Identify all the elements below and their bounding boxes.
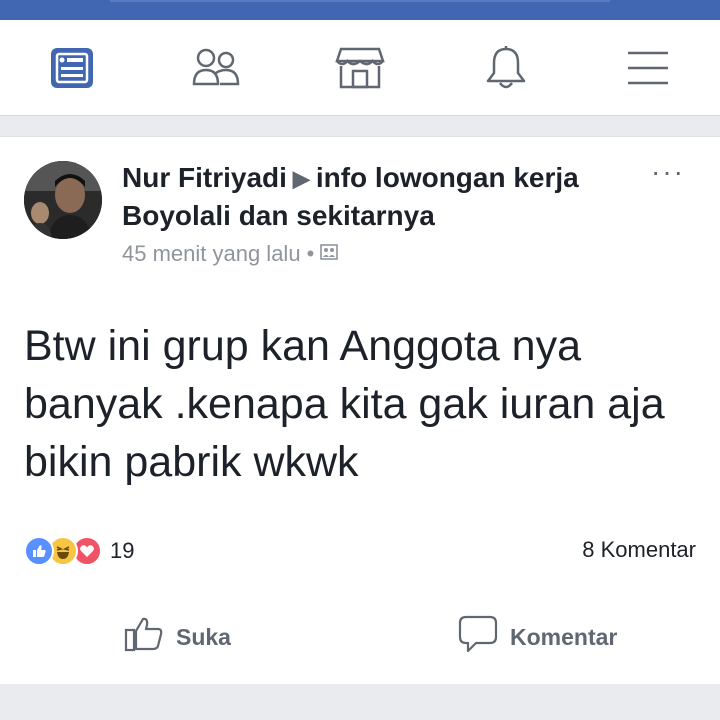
status-bar xyxy=(0,0,720,20)
comment-button[interactable]: Komentar xyxy=(458,615,617,659)
thumbs-up-icon xyxy=(124,616,164,658)
arrow-right-icon: ▶ xyxy=(292,166,310,191)
dot-separator: • xyxy=(306,241,315,266)
marketplace-icon[interactable] xyxy=(334,44,386,92)
feed-separator xyxy=(0,116,720,136)
post-meta: 45 menit yang lalu • xyxy=(122,241,339,267)
like-button[interactable]: Suka xyxy=(124,615,231,659)
feed-separator-bottom xyxy=(0,684,720,720)
menu-icon[interactable] xyxy=(622,44,674,92)
avatar[interactable] xyxy=(24,161,102,239)
post-body: Btw ini grup kan Anggota nya banyak .ken… xyxy=(24,322,665,486)
comment-bubble-icon xyxy=(458,615,498,659)
top-navigation xyxy=(0,20,720,116)
comment-count[interactable]: 8 Komentar xyxy=(582,537,696,563)
news-feed-icon[interactable] xyxy=(46,44,98,92)
reactions-summary[interactable]: 19 xyxy=(24,535,134,567)
group-privacy-icon xyxy=(320,241,339,267)
post-timestamp[interactable]: 45 menit yang lalu xyxy=(122,241,301,267)
like-reaction-icon xyxy=(24,536,54,566)
like-label: Suka xyxy=(176,623,231,650)
notifications-icon[interactable] xyxy=(480,44,532,92)
post-card: Nur Fitriyadi ▶ info lowongan kerja Boyola… xyxy=(0,136,720,684)
post-header: Nur Fitriyadi ▶ info lowongan kerja Boyola… xyxy=(122,159,592,234)
comment-label: Komentar xyxy=(510,623,618,650)
friends-icon[interactable] xyxy=(190,44,242,92)
reaction-count: 19 xyxy=(110,538,135,563)
author-name[interactable]: Nur Fitriyadi xyxy=(122,162,287,193)
more-options-icon[interactable]: ··· xyxy=(648,157,688,197)
